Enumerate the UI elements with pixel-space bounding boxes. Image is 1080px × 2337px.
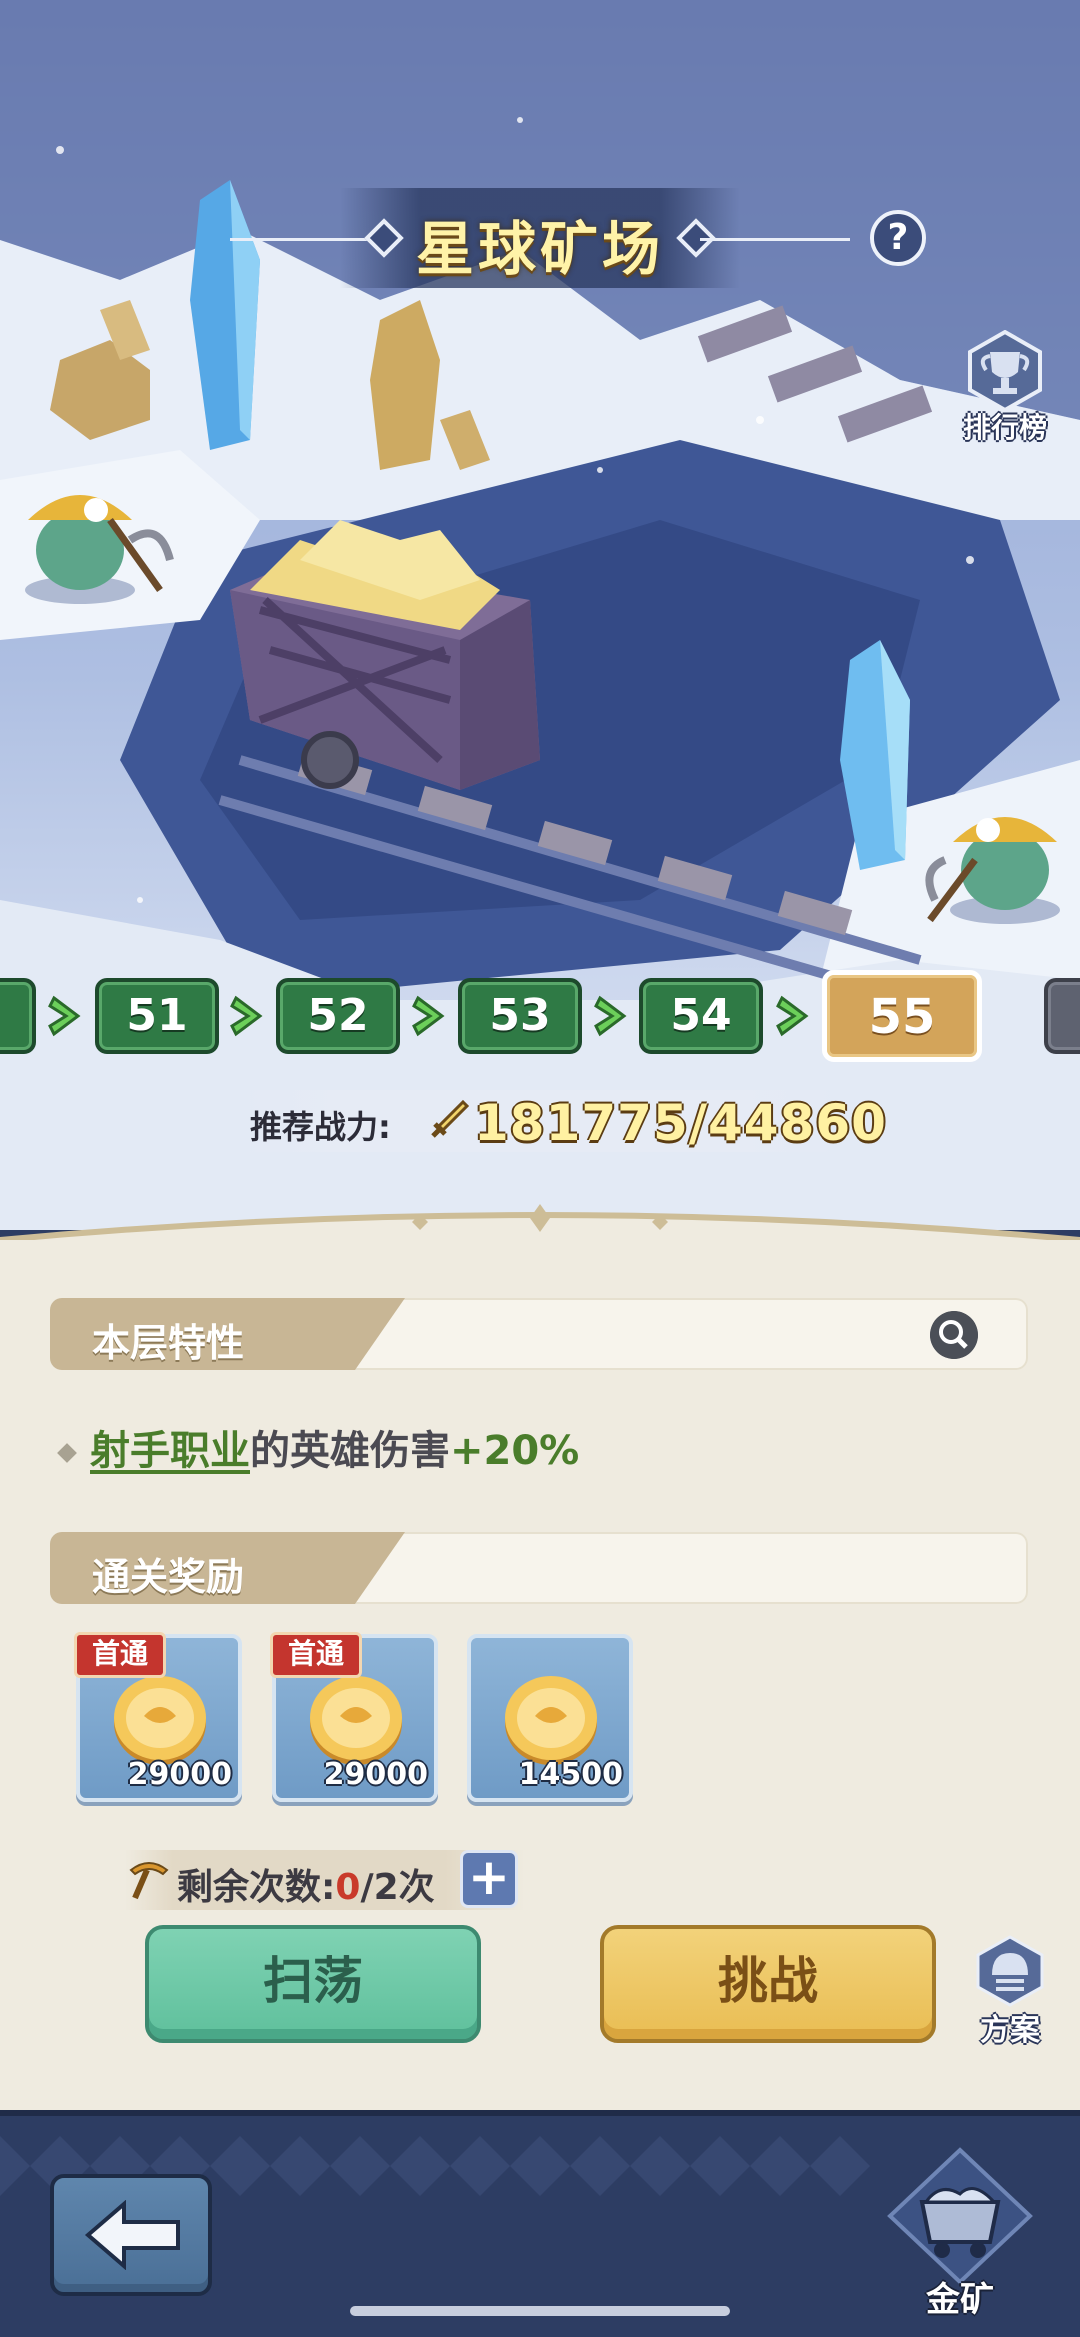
level-stepper: 51 52 53 54 55 [0, 970, 1080, 1062]
level-50-partial[interactable] [0, 978, 36, 1054]
back-button[interactable] [50, 2174, 212, 2296]
help-button[interactable]: ? [870, 210, 926, 266]
attempts-used: 0 [335, 1867, 361, 1908]
floor-traits-header: 本层特性 [50, 1298, 1028, 1370]
trait-bonus-value: +20% [450, 1428, 580, 1474]
gold-coin-icon [310, 1676, 402, 1765]
gold-coin-icon [114, 1676, 206, 1765]
chevron-right-icon [230, 995, 263, 1037]
sword-icon [431, 1099, 470, 1138]
sweep-button[interactable]: 扫荡 [145, 1925, 481, 2043]
trait-class-link[interactable]: 射手职业 [90, 1428, 250, 1474]
floor-traits-title: 本层特性 [92, 1321, 245, 1365]
first-clear-badge: 首通 [74, 1632, 166, 1678]
reward-quantity: 29000 [127, 1757, 232, 1792]
search-icon[interactable] [930, 1311, 978, 1359]
add-attempts-button[interactable]: + [460, 1850, 518, 1908]
challenge-button[interactable]: 挑战 [600, 1925, 936, 2043]
gold-mine-button[interactable]: 金矿 [870, 2146, 1050, 2326]
level-53[interactable]: 53 [458, 978, 582, 1054]
chevron-right-icon [412, 995, 445, 1037]
reward-item[interactable]: 首通 29000 [74, 1632, 242, 1802]
mine-scene: 星球矿场 ? 排行榜 51 52 53 54 55 推荐战力: 181775/4… [0, 0, 1080, 1230]
chevron-right-icon [594, 995, 627, 1037]
page-header: 星球矿场 [230, 178, 850, 298]
gold-coin-icon [505, 1676, 597, 1765]
home-indicator[interactable] [350, 2306, 730, 2316]
mine-cart-icon [887, 2147, 1033, 2285]
level-51[interactable]: 51 [95, 978, 219, 1054]
gold-mine-label: 金矿 [926, 2280, 994, 2320]
recommended-power-value: 181775/44860 [474, 1094, 887, 1152]
page-title: 星球矿场 [415, 215, 664, 283]
formation-plan-label: 方案 [980, 2013, 1040, 2048]
reward-quantity: 14500 [518, 1757, 623, 1792]
reward-item[interactable]: 首通 29000 [270, 1632, 438, 1802]
clear-rewards-header: 通关奖励 [50, 1532, 1028, 1604]
helmet-icon [976, 1935, 1044, 2007]
level-55-current[interactable]: 55 [822, 970, 982, 1062]
trophy-icon [968, 330, 1042, 412]
trait-middle-text: 的英雄伤害 [250, 1428, 450, 1474]
reward-item[interactable]: 14500 [467, 1634, 633, 1802]
level-56-locked-partial[interactable] [1044, 978, 1080, 1054]
diamond-bullet-icon [57, 1443, 77, 1463]
chevron-right-icon [48, 995, 81, 1037]
recommended-power: 推荐战力: 181775/44860 [240, 1090, 886, 1152]
leaderboard-label: 排行榜 [962, 411, 1047, 444]
attempts-suffix: /2次 [360, 1867, 435, 1908]
level-54[interactable]: 54 [639, 978, 763, 1054]
level-52[interactable]: 52 [276, 978, 400, 1054]
floor-trait-line: 射手职业的英雄伤害+20% [57, 1418, 580, 1476]
clear-rewards-title: 通关奖励 [92, 1555, 245, 1599]
back-arrow-icon [84, 2200, 180, 2270]
pickaxe-icon [129, 1862, 169, 1900]
bottom-bar: 金矿 [0, 2110, 1080, 2337]
remaining-attempts-text: 剩余次数:0/2次 [177, 1858, 435, 1910]
recommended-power-label: 推荐战力: [250, 1108, 391, 1146]
chevron-right-icon [776, 995, 809, 1037]
formation-plan-button[interactable]: 方案 [962, 1935, 1058, 2048]
reward-quantity: 29000 [323, 1757, 428, 1792]
attempts-label: 剩余次数: [177, 1867, 336, 1908]
leaderboard-button[interactable]: 排行榜 [950, 330, 1060, 450]
first-clear-badge: 首通 [270, 1632, 362, 1678]
